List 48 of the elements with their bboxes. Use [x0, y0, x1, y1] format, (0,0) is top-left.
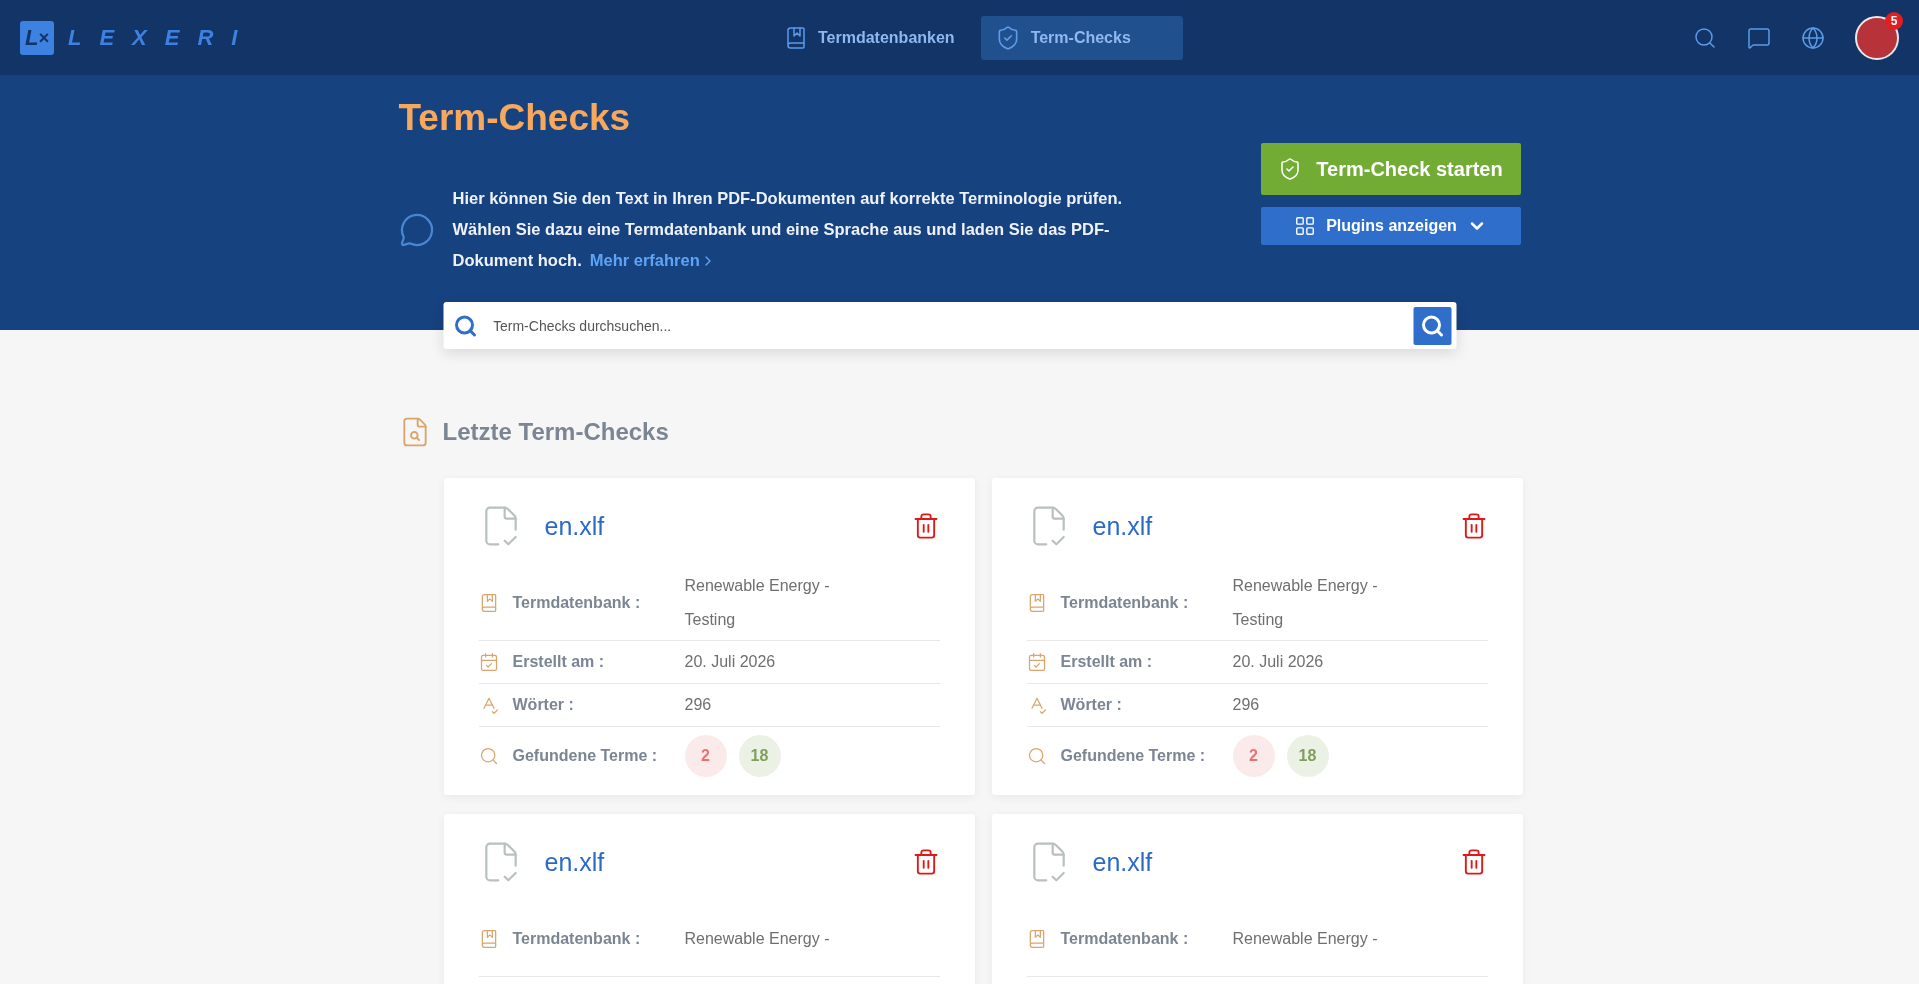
field-label: Erstellt am :	[1060, 653, 1154, 671]
field-label: Gefundene Terme :	[1060, 747, 1207, 765]
term-count-badge: 18	[1286, 735, 1329, 777]
book-icon	[784, 25, 808, 50]
file-title-link[interactable]: en.xlf	[1092, 511, 1460, 541]
calendar-icon	[1026, 652, 1047, 672]
term-count-badge: 2	[684, 735, 727, 777]
section-title: Letzte Term-Checks	[442, 418, 669, 446]
field-value: Renewable Energy - Testing	[1232, 576, 1379, 630]
show-plugins-button[interactable]: Plugins anzeigen	[1260, 207, 1521, 245]
page-title: Term-Checks	[398, 97, 632, 139]
file-title-link[interactable]: en.xlf	[544, 847, 912, 877]
field-label: Gefundene Terme :	[512, 747, 659, 765]
calendar-icon	[478, 652, 499, 672]
notification-badge: 5	[1885, 11, 1903, 30]
logo-text[interactable]: LEXERI	[68, 24, 256, 51]
file-title-link[interactable]: en.xlf	[544, 511, 912, 541]
search-icon[interactable]	[1693, 25, 1717, 50]
term-count-badge: 2	[1232, 735, 1275, 777]
field-label: Erstellt am :	[512, 653, 606, 671]
search-icon	[1420, 313, 1444, 338]
search-icon	[453, 313, 477, 338]
search-icon	[1026, 746, 1047, 766]
nav-tab[interactable]: Term-Checks	[980, 15, 1183, 60]
start-term-check-button[interactable]: Term-Check starten	[1260, 143, 1521, 195]
search-button[interactable]	[1413, 306, 1451, 345]
field-value: 20. Juli 2026	[684, 652, 777, 672]
search-icon	[478, 746, 499, 766]
field-label: Termdatenbank :	[512, 594, 642, 612]
field-label: Wörter :	[512, 696, 575, 714]
info-text: Hier können Sie den Text in Ihren PDF-Dokumenten auf korrekte Terminologie prüfen. Wählen Sie dazu eine Termdatenbank und eine Sprache aus und laden Sie das PDF-Dokument hoch. Mehr erfahren	[452, 183, 1173, 276]
field-value: 296	[684, 695, 713, 715]
field-value: 20. Juli 2026	[1232, 652, 1325, 672]
term-count-badge: 18	[738, 735, 781, 777]
grid-icon	[1294, 215, 1317, 237]
field-value: Renewable Energy -	[1232, 929, 1379, 949]
learn-more-link[interactable]: Mehr erfahren	[589, 245, 716, 276]
field-label: Termdatenbank :	[1060, 930, 1190, 948]
field-value: 296	[1232, 695, 1261, 715]
field-value: Renewable Energy - Testing	[684, 576, 831, 630]
field-value: Renewable Energy -	[684, 929, 831, 949]
field-label: Termdatenbank :	[512, 930, 642, 948]
field-label: Wörter :	[1060, 696, 1123, 714]
globe-icon[interactable]	[1801, 25, 1825, 50]
file-title-link[interactable]: en.xlf	[1092, 847, 1460, 877]
search-bar[interactable]: Term-Checks durchsuchen...	[443, 302, 1456, 349]
field-label: Termdatenbank :	[1060, 594, 1190, 612]
nav-tab[interactable]: Termdatenbanken	[770, 15, 969, 60]
